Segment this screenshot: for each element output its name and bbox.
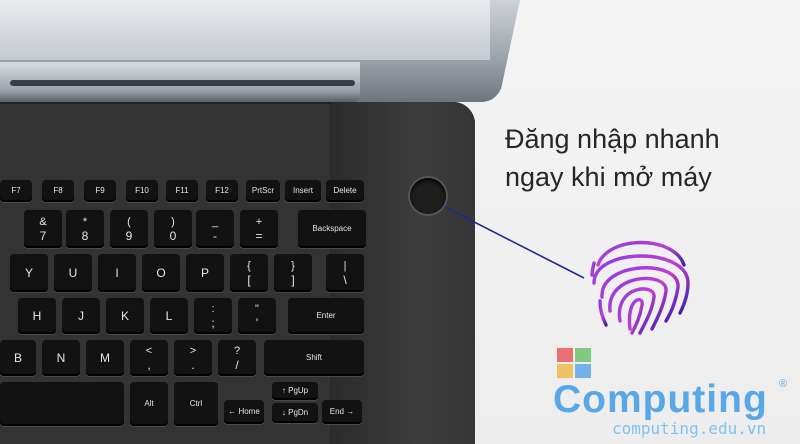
fingerprint-icon — [590, 240, 690, 335]
logo-tile-yellow — [557, 364, 573, 378]
fingerprint-sensor — [410, 178, 446, 214]
logo-tile-green — [575, 348, 591, 362]
headline: Đăng nhập nhanh ngay khi mở máy — [505, 120, 795, 196]
logo-tile-blue — [575, 364, 591, 378]
headline-line-2: ngay khi mở máy — [505, 162, 712, 192]
logo-url: computing.edu.vn — [612, 419, 767, 438]
callout-line-stroke — [434, 201, 585, 279]
product-photo: F7 F8 F9 F10 F11 F12 PrtScr Insert Delet… — [0, 0, 800, 444]
computing-logo-icon — [557, 348, 591, 378]
logo-tile-red — [557, 348, 573, 362]
logo-registered-mark: ® — [779, 378, 788, 390]
headline-line-1: Đăng nhập nhanh — [505, 124, 720, 154]
logo-wordmark: Computing — [553, 378, 768, 421]
